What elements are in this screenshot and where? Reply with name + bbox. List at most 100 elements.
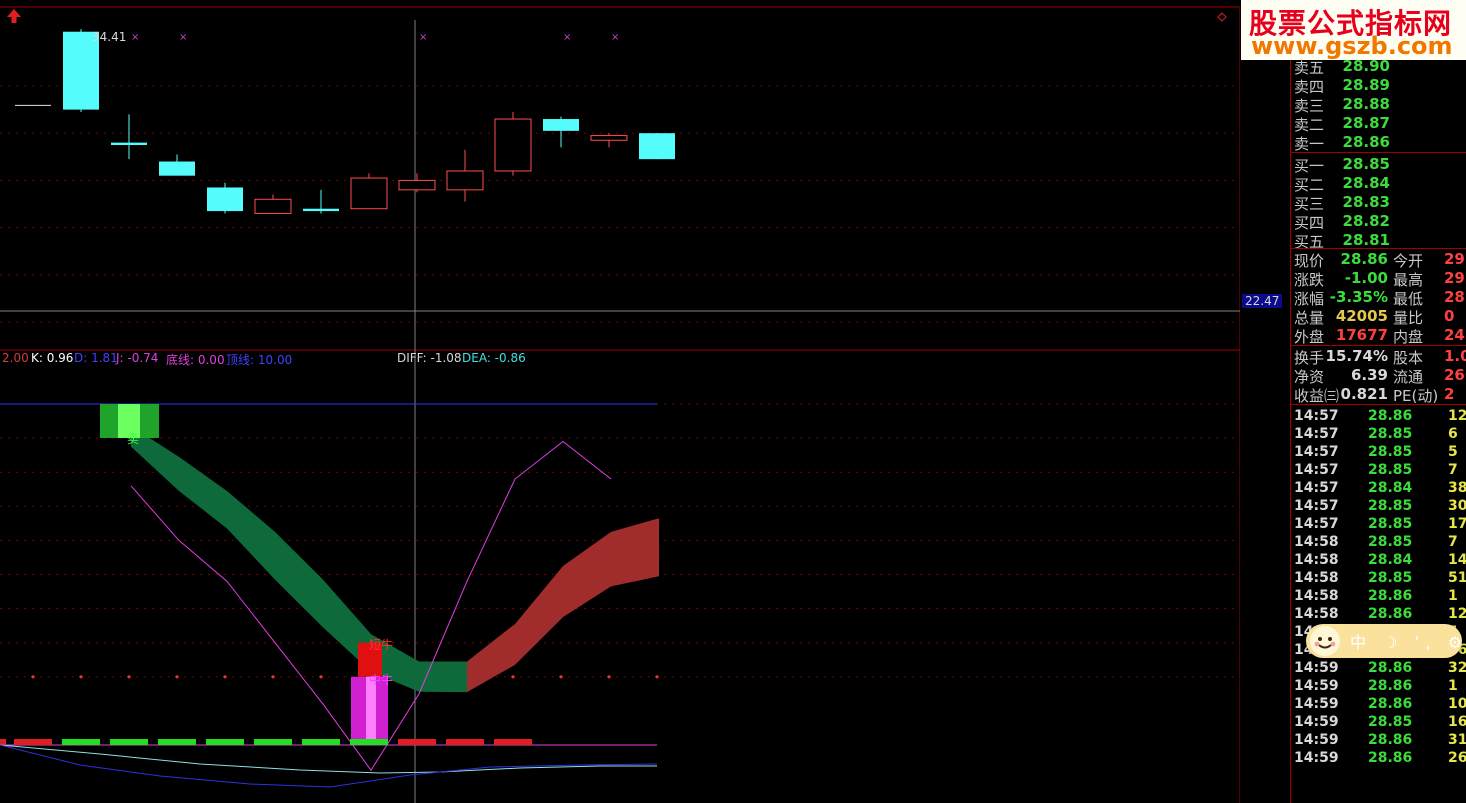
candle-body (207, 187, 243, 212)
signal-marker: × (179, 32, 187, 43)
tick-price: 28.86 (1368, 732, 1413, 748)
signal-strip-segment (110, 739, 148, 745)
high-marker-label: 34.41 (92, 30, 127, 44)
quote-label-2: 量比 (1393, 309, 1424, 327)
falling-ribbon (131, 426, 467, 693)
trade-tick-row[interactable]: 14:58 28.85 7 (1294, 534, 1466, 552)
quote-value: 15.74% (1325, 347, 1388, 365)
quote-value-2: 24 (1444, 326, 1465, 344)
trade-tick-row[interactable]: 14:57 28.86 12 (1294, 408, 1466, 426)
bottom-dot (319, 675, 323, 679)
stat-row: 收益㈢ 0.821 PE(动) 2 (1294, 385, 1466, 405)
mid-bull-label: 中牛 (369, 673, 394, 687)
tick-time: 14:59 (1294, 732, 1339, 748)
trade-tick-row[interactable]: 14:59 28.86 32 (1294, 660, 1466, 678)
diff-value: DIFF: -1.08 (397, 351, 462, 365)
tick-volume: 51 (1448, 570, 1466, 586)
trade-tick-row[interactable]: 14:57 28.84 38 (1294, 480, 1466, 498)
panel-separator (1290, 345, 1466, 346)
quote-value: 0.821 (1340, 385, 1388, 403)
signal-strip-segment (14, 739, 52, 745)
quote-label: 买二 (1294, 176, 1325, 194)
quote-label: 买一 (1294, 157, 1325, 175)
tick-price: 28.85 (1368, 570, 1413, 586)
tick-price: 28.86 (1368, 606, 1413, 622)
chart-area[interactable]: 32.0030.0028.0026.0024.0022.00×××××10.00… (0, 0, 1283, 803)
logo-url: www.gszb.com (1251, 32, 1453, 60)
trade-tick-row[interactable]: 14:58 28.84 14 (1294, 552, 1466, 570)
trade-tick-row[interactable]: 14:58 28.85 51 (1294, 570, 1466, 588)
trade-tick-row[interactable]: 14:57 28.85 7 (1294, 462, 1466, 480)
stat-row: 外盘 17677 内盘 24 (1294, 326, 1466, 346)
quote-label-2: 今开 (1393, 252, 1424, 270)
quote-value: 28.86 (1340, 250, 1388, 268)
candle-body (639, 133, 675, 160)
bottom-dot (655, 675, 659, 679)
quote-value: -1.00 (1344, 269, 1388, 287)
quote-label: 涨幅 (1294, 290, 1325, 308)
trade-tick-row[interactable]: 14:59 28.86 31 (1294, 732, 1466, 750)
trade-tick-row[interactable]: 14:59 28.86 10 (1294, 696, 1466, 714)
kline-chart[interactable]: 32.0030.0028.0026.0024.0022.00×××××10.00… (0, 0, 1240, 803)
bottom-dot (127, 675, 131, 679)
tick-time: 14:59 (1294, 750, 1339, 766)
tick-volume: 10 (1448, 696, 1466, 712)
trade-tick-row[interactable]: 14:58 28.86 1 (1294, 588, 1466, 606)
bid-row: 买三 28.83 (1294, 193, 1466, 213)
bid-row: 买四 28.82 (1294, 212, 1466, 232)
signal-strip-segment (158, 739, 196, 745)
tick-time: 14:57 (1294, 480, 1339, 496)
diff-line (0, 744, 658, 788)
quote-label: 卖二 (1294, 116, 1325, 134)
quote-value: 28.82 (1342, 212, 1390, 230)
stat-row: 净资 6.39 流通 266 (1294, 366, 1466, 386)
tick-price: 28.86 (1368, 660, 1413, 676)
candle-body (543, 119, 579, 131)
candle-body (15, 104, 51, 106)
tick-time: 14:59 (1294, 714, 1339, 730)
stat-row: 总量 42005 量比 0 (1294, 307, 1466, 327)
bottom-dot (175, 675, 179, 679)
dea-value: DEA: -0.86 (462, 351, 526, 365)
up-arrow-icon[interactable] (6, 8, 22, 24)
quote-label: 买三 (1294, 195, 1325, 213)
tick-volume: 38 (1448, 480, 1466, 496)
trade-tick-row[interactable]: 14:58 28.86 120 (1294, 606, 1466, 624)
signal-strip-segment (62, 739, 100, 745)
quote-label-2: 股本 (1393, 349, 1424, 367)
quote-label-2: 流通 (1393, 368, 1424, 386)
trade-tick-row[interactable]: 14:57 28.85 30 (1294, 498, 1466, 516)
bottom-dot (511, 675, 515, 679)
tick-volume: 7 (1448, 534, 1458, 550)
bottom-dot (79, 675, 83, 679)
stat-row: 现价 28.86 今开 29 (1294, 250, 1466, 270)
quote-label-2: 最低 (1393, 290, 1424, 308)
tick-price: 28.84 (1368, 480, 1413, 496)
bottom-dot (607, 675, 611, 679)
tick-time: 14:57 (1294, 516, 1339, 532)
tick-price: 28.85 (1368, 426, 1413, 442)
price-badge: 22.47 (1242, 294, 1283, 308)
signal-marker: × (419, 32, 427, 43)
quote-value-2: 28 (1444, 288, 1465, 306)
trade-tick-row[interactable]: 14:59 28.86 1 (1294, 678, 1466, 696)
smiley-face-icon[interactable] (1310, 626, 1340, 656)
quote-value: 28.86 (1342, 133, 1390, 151)
trade-tick-row[interactable]: 14:57 28.85 5 (1294, 444, 1466, 462)
tick-time: 14:58 (1294, 552, 1339, 568)
tick-price: 28.86 (1368, 408, 1413, 424)
tick-time: 14:57 (1294, 408, 1339, 424)
trade-tick-row[interactable]: 14:59 28.86 26 (1294, 750, 1466, 768)
trade-tick-row[interactable]: 14:57 28.85 6 (1294, 426, 1466, 444)
rising-ribbon (467, 518, 659, 693)
floating-input-toolbar[interactable]: 中 ☽ ʼ, ⚙ (1306, 624, 1462, 658)
panel-left-border (1290, 60, 1291, 803)
tick-price: 28.85 (1368, 462, 1413, 478)
trade-tick-row[interactable]: 14:59 28.85 163 (1294, 714, 1466, 732)
tick-time: 14:59 (1294, 678, 1339, 694)
ask-row: 卖五 28.90 (1294, 57, 1466, 77)
trade-tick-row[interactable]: 14:57 28.85 17 (1294, 516, 1466, 534)
toolbar-items[interactable]: 中 ☽ ʼ, ⚙ (1350, 629, 1466, 653)
tick-price: 28.86 (1368, 696, 1413, 712)
candle-body (303, 208, 339, 212)
